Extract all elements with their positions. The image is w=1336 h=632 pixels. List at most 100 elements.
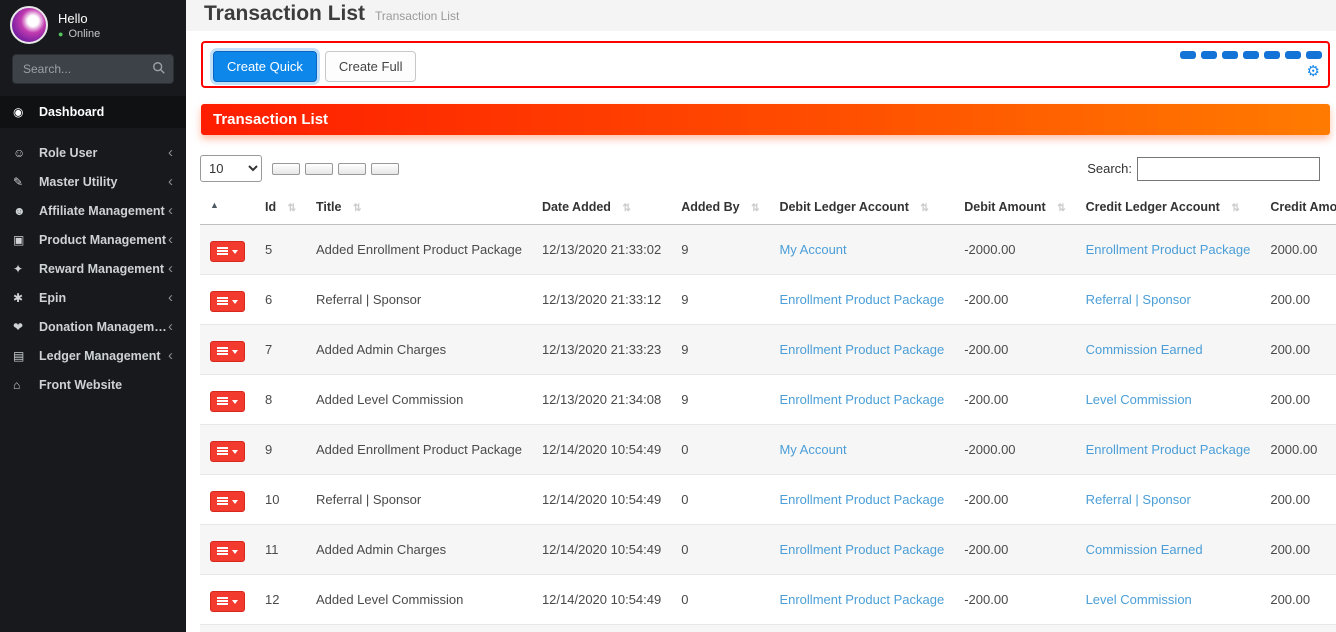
credit-account-link[interactable]: Level Commission bbox=[1086, 592, 1192, 607]
debit-account-link[interactable]: Enrollment Product Package bbox=[779, 492, 944, 507]
create-quick-button[interactable]: Create Quick bbox=[213, 51, 317, 82]
export-button[interactable] bbox=[338, 162, 366, 175]
sidebar-item[interactable]: ◉ Dashboard bbox=[0, 96, 186, 128]
row-actions-button[interactable] bbox=[210, 441, 245, 462]
sidebar-item[interactable]: ✎ Master Utility ‹ bbox=[0, 167, 186, 196]
sidebar-item[interactable]: ✦ Reward Management ‹ bbox=[0, 254, 186, 283]
ledger-badge[interactable] bbox=[1306, 51, 1322, 59]
debit-account-link[interactable]: Enrollment Product Package bbox=[779, 592, 944, 607]
ledger-badge[interactable] bbox=[1180, 51, 1196, 59]
sidebar-item[interactable]: ✱ Epin ‹ bbox=[0, 283, 186, 312]
create-full-button[interactable]: Create Full bbox=[324, 51, 417, 82]
chevron-left-icon: ‹ bbox=[168, 173, 173, 190]
ledger-badge[interactable] bbox=[1264, 51, 1280, 59]
sort-icon: ⇅ bbox=[1057, 203, 1066, 214]
cell-added-by: 9 bbox=[671, 324, 770, 375]
sidebar-item[interactable]: ▣ Product Management ‹ bbox=[0, 225, 186, 254]
search-icon[interactable] bbox=[152, 61, 166, 75]
credit-account-link[interactable]: Referral | Sponsor bbox=[1086, 492, 1191, 507]
ledger-badge[interactable] bbox=[1243, 51, 1259, 59]
sidebar-search-input[interactable] bbox=[12, 54, 174, 84]
column-header[interactable]: Credit Ledger Account ⇅ bbox=[1075, 194, 1261, 225]
sidebar-item-label: Ledger Management bbox=[39, 348, 161, 363]
hamburger-icon bbox=[217, 397, 228, 399]
cell-debit-amount: -190.00 bbox=[954, 624, 1076, 632]
cell-credit-account: Commission Earned bbox=[1075, 324, 1261, 375]
debit-account-link[interactable]: Enrollment Product Package bbox=[779, 342, 944, 357]
action-column-header[interactable]: ▲ bbox=[200, 194, 255, 225]
sidebar-item[interactable]: ☻ Affiliate Management ‹ bbox=[0, 196, 186, 225]
donation-icon: ❤ bbox=[13, 319, 24, 334]
sidebar-item-label: Epin bbox=[39, 290, 67, 305]
row-actions-button[interactable] bbox=[210, 491, 245, 512]
column-header-label: Credit Amount bbox=[1270, 200, 1336, 214]
cell-id: 8 bbox=[255, 374, 306, 425]
row-actions-button[interactable] bbox=[210, 241, 245, 262]
debit-account-link[interactable]: My Account bbox=[779, 442, 846, 457]
credit-account-link[interactable]: Enrollment Product Package bbox=[1086, 442, 1251, 457]
sidebar-item-label: Reward Management bbox=[39, 261, 165, 276]
cell-actions bbox=[200, 374, 255, 425]
cell-credit-account: Level Commission bbox=[1075, 374, 1261, 425]
credit-account-link[interactable]: Enrollment Product Package bbox=[1086, 242, 1251, 257]
row-actions-button[interactable] bbox=[210, 541, 245, 562]
ledger-badges bbox=[1180, 51, 1322, 59]
ledger-badge[interactable] bbox=[1285, 51, 1301, 59]
credit-account-link[interactable]: Level Commission bbox=[1086, 392, 1192, 407]
ledger-badge[interactable] bbox=[1222, 51, 1238, 59]
row-actions-button[interactable] bbox=[210, 591, 245, 612]
sidebar-item[interactable]: ▤ Ledger Management ‹ bbox=[0, 341, 186, 370]
grid-panel-header: Transaction List bbox=[201, 104, 1330, 135]
credit-account-link[interactable]: Referral | Sponsor bbox=[1086, 292, 1191, 307]
column-header-label: Title bbox=[315, 200, 342, 214]
sidebar: Hello ● Online ◉ Dashboard ☺ Role User ‹… bbox=[0, 0, 186, 632]
export-button[interactable] bbox=[371, 162, 399, 175]
cell-added-by: 0 bbox=[671, 524, 770, 575]
cell-title: Added Level Commission bbox=[305, 624, 532, 632]
debit-account-link[interactable]: Enrollment Product Package bbox=[779, 392, 944, 407]
column-header[interactable]: Debit Ledger Account ⇅ bbox=[769, 194, 955, 225]
export-button[interactable] bbox=[305, 162, 333, 175]
credit-account-link[interactable]: Commission Earned bbox=[1086, 342, 1203, 357]
cell-date-added: 12/13/2020 21:33:02 bbox=[531, 224, 672, 275]
row-actions-button[interactable] bbox=[210, 391, 245, 412]
gear-icon[interactable]: ⚙ bbox=[1307, 64, 1322, 79]
row-actions-button[interactable] bbox=[210, 291, 245, 312]
sidebar-item-label: Affiliate Management bbox=[39, 203, 165, 218]
cell-credit-account: Enrollment Product Package bbox=[1075, 224, 1261, 275]
user-status-label: Online bbox=[68, 27, 101, 40]
cell-credit-amount: 2000.00 bbox=[1260, 424, 1336, 475]
hamburger-icon bbox=[217, 297, 228, 299]
column-header-label: Date Added bbox=[541, 200, 611, 214]
column-header[interactable]: Id ⇅ bbox=[255, 194, 306, 225]
column-header[interactable]: Date Added ⇅ bbox=[531, 194, 672, 225]
row-actions-button[interactable] bbox=[210, 341, 245, 362]
hamburger-icon bbox=[217, 497, 228, 499]
debit-account-link[interactable]: My Account bbox=[779, 242, 846, 257]
cell-debit-amount: -2000.00 bbox=[954, 224, 1076, 275]
sidebar-item[interactable]: ⌂ Front Website bbox=[0, 370, 186, 399]
column-header[interactable]: Credit Amount ⇅ bbox=[1260, 194, 1336, 225]
sort-icon: ⇅ bbox=[920, 203, 929, 214]
sidebar-item-label: Dashboard bbox=[39, 105, 105, 119]
cell-id: 12 bbox=[255, 574, 306, 625]
column-header[interactable]: Added By ⇅ bbox=[671, 194, 770, 225]
chevron-left-icon: ‹ bbox=[168, 318, 173, 335]
export-button[interactable] bbox=[272, 162, 300, 175]
cell-debit-account: Enrollment Product Package bbox=[769, 624, 955, 632]
column-header[interactable]: Title ⇅ bbox=[305, 194, 532, 225]
debit-account-link[interactable]: Enrollment Product Package bbox=[779, 542, 944, 557]
cell-debit-amount: -200.00 bbox=[954, 374, 1076, 425]
credit-account-link[interactable]: Commission Earned bbox=[1086, 542, 1203, 557]
sidebar-item[interactable]: ❤ Donation Management ‹ bbox=[0, 312, 186, 341]
cell-credit-account: Level Commission bbox=[1075, 574, 1261, 625]
cell-added-by: 0 bbox=[671, 624, 770, 632]
ledger-badge[interactable] bbox=[1201, 51, 1217, 59]
cell-debit-amount: -200.00 bbox=[954, 474, 1076, 525]
chevron-left-icon: ‹ bbox=[168, 289, 173, 306]
sidebar-item[interactable]: ☺ Role User ‹ bbox=[0, 138, 186, 167]
column-header[interactable]: Debit Amount ⇅ bbox=[954, 194, 1076, 225]
table-search-input[interactable] bbox=[1137, 156, 1320, 181]
debit-account-link[interactable]: Enrollment Product Package bbox=[779, 292, 944, 307]
page-size-select[interactable]: 10 bbox=[200, 155, 262, 182]
